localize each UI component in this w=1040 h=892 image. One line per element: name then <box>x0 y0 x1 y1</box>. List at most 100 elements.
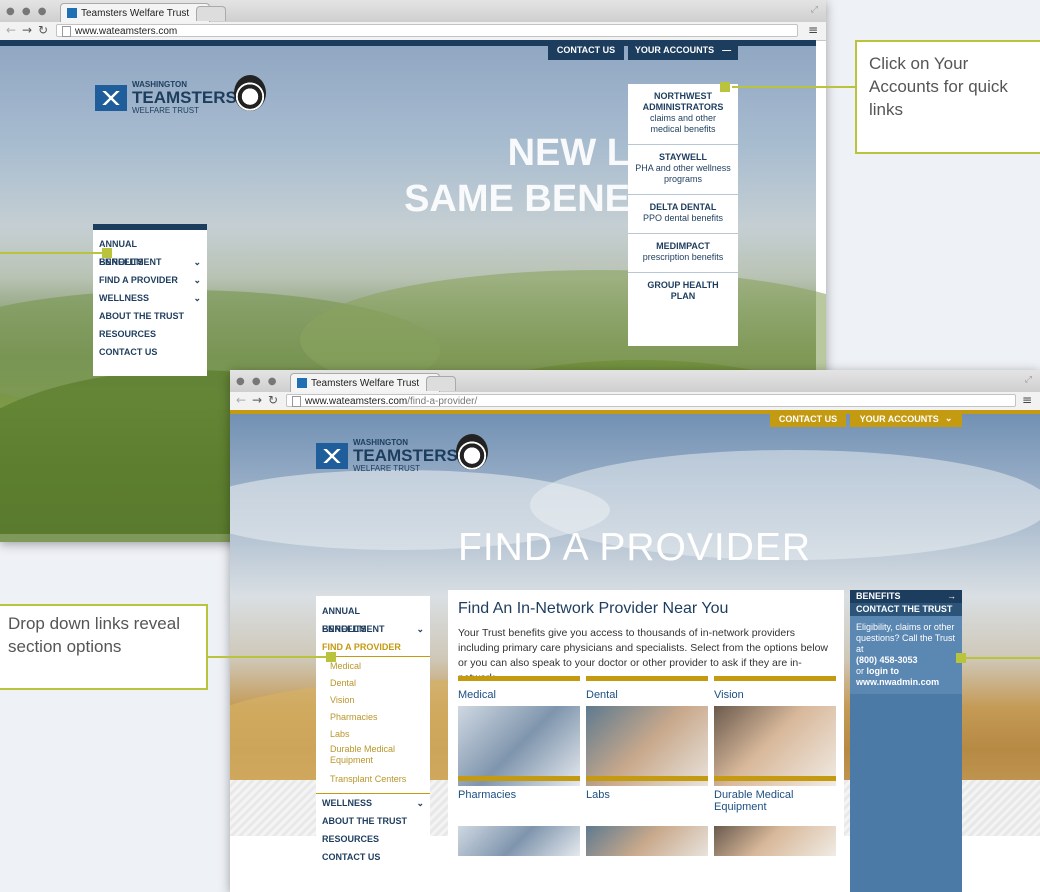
account-link[interactable]: GROUP HEALTH PLAN <box>628 273 738 311</box>
sidenav-subitem[interactable]: Transplant Centers <box>316 770 430 787</box>
callout-dropdown: Drop down links reveal section options <box>0 604 208 690</box>
hero-headline: NEW L SAME BENE <box>380 130 630 222</box>
category-card[interactable]: Labs <box>586 776 708 801</box>
sidenav-item-label: Medical <box>330 661 362 671</box>
category-photo[interactable] <box>586 826 708 856</box>
sidenav-subitem[interactable]: Labs <box>316 725 430 742</box>
collapse-icon: — <box>722 45 732 55</box>
sidenav-item-label: CONTACT US <box>99 347 158 357</box>
account-link[interactable]: DELTA DENTAL PPO dental benefits <box>628 195 738 234</box>
sidenav-item[interactable]: FIND A PROVIDER ⌄ <box>93 271 207 289</box>
contact-us-link[interactable]: CONTACT US <box>770 410 846 427</box>
account-link-desc: PHA and other wellness programs <box>635 163 731 184</box>
contact-us-label: CONTACT US <box>778 413 838 424</box>
sidenav-subitem[interactable]: Dental <box>316 674 430 691</box>
back-icon[interactable]: ← <box>6 23 16 37</box>
sidenav-subitem[interactable]: Vision <box>316 691 430 708</box>
sidenav-item[interactable]: ANNUAL ENROLLMENT <box>316 602 430 634</box>
contact-us-link[interactable]: CONTACT US <box>548 40 624 60</box>
reload-icon[interactable]: ↻ <box>38 23 48 37</box>
menu-icon[interactable]: ≡ <box>1022 393 1032 407</box>
account-link[interactable]: STAYWELL PHA and other wellness programs <box>628 145 738 195</box>
new-tab-button[interactable] <box>426 376 456 391</box>
contact-login[interactable]: login to <box>867 666 900 676</box>
your-accounts-label: YOUR ACCOUNTS <box>859 413 939 424</box>
callout-marker <box>102 248 112 258</box>
sidenav-item[interactable]: CONTACT US <box>93 343 207 361</box>
contact-trust-box: Eligibility, claims or other questions? … <box>850 616 962 694</box>
sidenav-item[interactable]: BENEFITS ⌄ <box>316 620 430 638</box>
category-photo[interactable] <box>714 706 836 786</box>
forward-icon[interactable]: → <box>22 23 32 37</box>
menu-icon[interactable]: ≡ <box>808 23 818 37</box>
sidenav-item-label: BENEFITS <box>99 257 144 267</box>
sidenav-item-label: Labs <box>330 729 350 739</box>
browser-tab[interactable]: Teamsters Welfare Trust × <box>290 373 440 392</box>
logo-line2: TEAMSTERS <box>353 446 458 465</box>
hero-line-2: SAME BENE <box>404 178 630 220</box>
back-icon[interactable]: ← <box>236 393 246 407</box>
category-card[interactable]: Vision <box>714 676 836 701</box>
logo-line3: WELFARE TRUST <box>132 106 199 115</box>
reload-icon[interactable]: ↻ <box>268 393 278 407</box>
sidenav-subitem[interactable]: Pharmacies <box>316 708 430 725</box>
category-card[interactable]: Durable Medical Equipment <box>714 776 836 813</box>
logo-mark-icon <box>95 84 127 111</box>
window-controls-icon[interactable]: ● ● ● <box>6 6 49 17</box>
sidenav-item-label: CONTACT US <box>322 852 381 862</box>
category-card[interactable]: Dental <box>586 676 708 701</box>
sidenav-item[interactable]: CONTACT US <box>316 848 430 866</box>
account-link-desc: prescription benefits <box>642 252 724 262</box>
sidenav-item-label: Pharmacies <box>330 712 378 722</box>
category-photo[interactable] <box>714 826 836 856</box>
url-input[interactable]: www.wateamsters.com <box>56 24 798 37</box>
category-photo[interactable] <box>586 706 708 786</box>
fullscreen-icon[interactable]: ⤢ <box>811 4 818 15</box>
url-input[interactable]: www.wateamsters.com/find-a-provider/ <box>286 394 1016 407</box>
callout-dropdown-text: Drop down links reveal section options <box>8 614 180 656</box>
category-photo[interactable] <box>458 706 580 786</box>
window-controls-icon[interactable]: ● ● ● <box>236 376 279 387</box>
sidenav-item[interactable]: RESOURCES <box>93 325 207 343</box>
callout-marker <box>326 652 336 662</box>
account-link-desc: PPO dental benefits <box>642 213 724 223</box>
fullscreen-icon[interactable]: ⤢ <box>1025 374 1032 385</box>
contact-trust-text: Eligibility, claims or other questions? … <box>856 622 956 654</box>
browser-tab[interactable]: Teamsters Welfare Trust × <box>60 3 210 22</box>
browser-window-find-provider: ● ● ● Teamsters Welfare Trust × ⤢ ← → ↻ … <box>230 370 1040 892</box>
sidenav-item-label: Transplant Centers <box>330 774 407 784</box>
category-label: Durable Medical Equipment <box>714 789 794 813</box>
sidenav-item[interactable]: WELLNESS ⌄ <box>93 289 207 307</box>
site-logo[interactable]: WASHINGTON TEAMSTERS WELFARE TRUST <box>95 80 237 115</box>
benefits-label: BENEFITS <box>856 591 901 601</box>
account-link[interactable]: NORTHWEST ADMINISTRATORS claims and other… <box>628 84 738 145</box>
your-accounts-button[interactable]: YOUR ACCOUNTS ⌄ <box>850 410 962 427</box>
sidenav-item[interactable]: ABOUT THE TRUST <box>316 812 430 830</box>
contact-or: or <box>856 666 865 676</box>
address-bar-row: ← → ↻ www.wateamsters.com ≡ <box>0 22 826 41</box>
sidenav-subitem[interactable]: Durable Medical Equipment <box>316 742 430 770</box>
sidenav-item-label: FIND A PROVIDER <box>99 275 178 285</box>
callout-marker <box>956 653 966 663</box>
logo-mark-icon <box>316 442 348 469</box>
url-text: www.wateamsters.com <box>75 26 178 37</box>
sidenav-item-label: WELLNESS <box>99 293 150 303</box>
forward-icon[interactable]: → <box>252 393 262 407</box>
account-link[interactable]: MEDIMPACT prescription benefits <box>628 234 738 273</box>
sidenav-item[interactable]: WELLNESS ⌄ <box>316 793 430 812</box>
category-card[interactable]: Medical <box>458 676 580 701</box>
teamsters-emblem-icon <box>234 75 266 111</box>
chevron-down-icon: ⌄ <box>193 257 201 267</box>
contact-us-label: CONTACT US <box>556 45 616 55</box>
sidenav-item[interactable]: RESOURCES <box>316 830 430 848</box>
contact-phone[interactable]: (800) 458-3053 <box>856 655 918 665</box>
your-accounts-button[interactable]: YOUR ACCOUNTS — <box>628 40 738 60</box>
contact-site-link[interactable]: www.nwadmin.com <box>856 677 939 687</box>
category-photo[interactable] <box>458 826 580 856</box>
new-tab-button[interactable] <box>196 6 226 21</box>
category-card[interactable]: Pharmacies <box>458 776 580 801</box>
sidenav-item[interactable]: ABOUT THE TRUST <box>93 307 207 325</box>
benefits-link[interactable]: BENEFITS → <box>850 590 962 603</box>
site-logo[interactable]: WASHINGTON TEAMSTERS WELFARE TRUST <box>316 438 458 473</box>
logo-line2: TEAMSTERS <box>132 88 237 107</box>
